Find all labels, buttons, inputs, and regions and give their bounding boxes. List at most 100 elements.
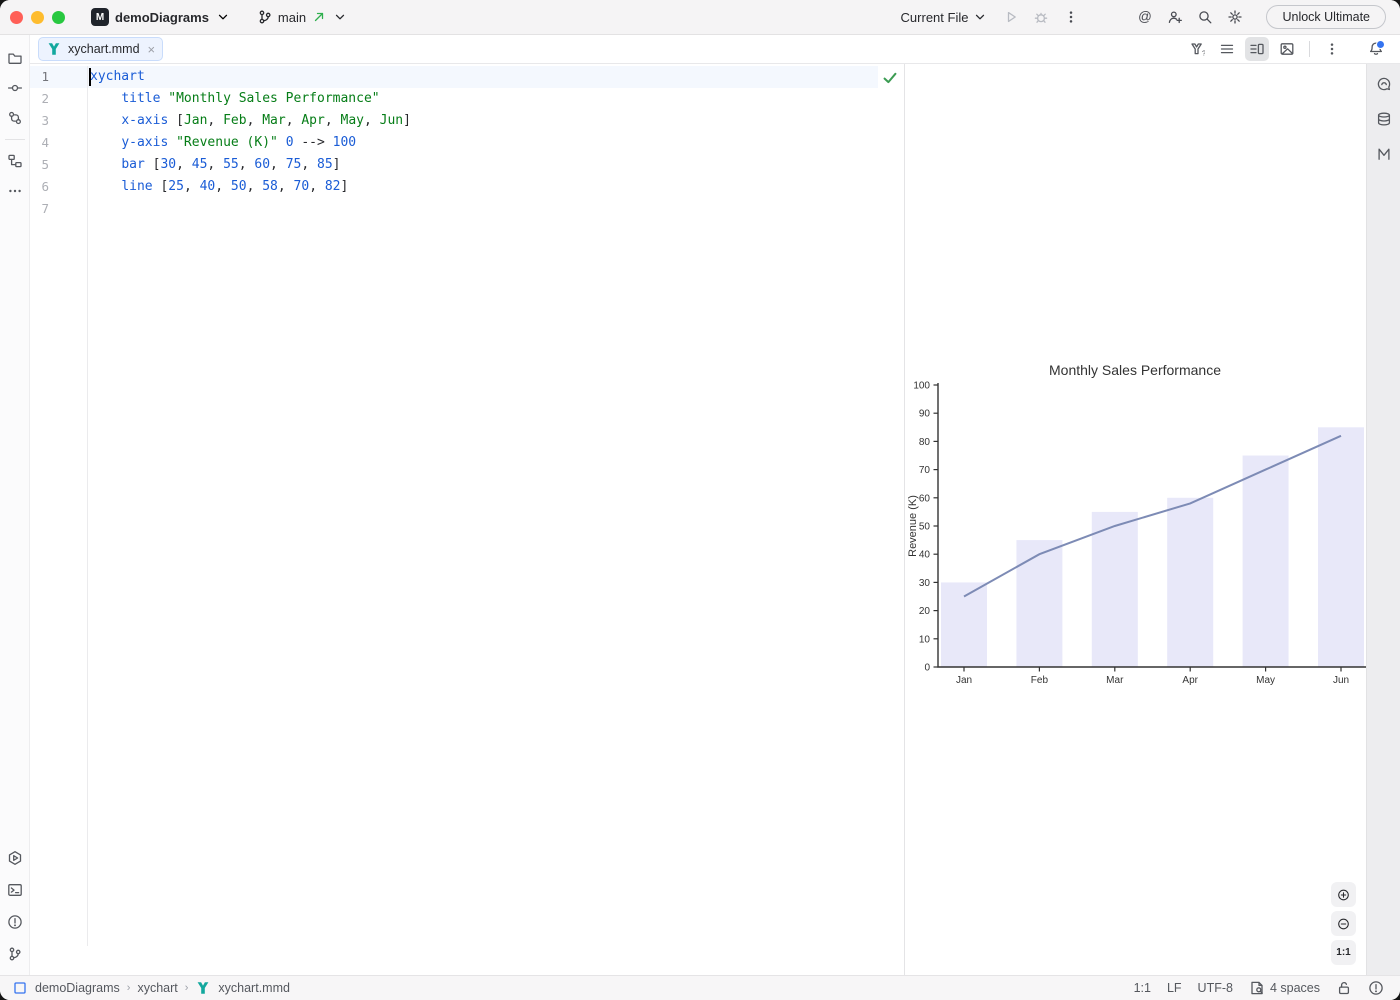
code-token: , <box>247 179 263 194</box>
editor-preview-layout-button[interactable] <box>1245 37 1269 61</box>
fullscreen-window-button[interactable] <box>52 11 65 24</box>
divider <box>5 139 25 140</box>
x-tick-label: May <box>1256 675 1275 686</box>
close-window-button[interactable] <box>10 11 23 24</box>
more-options-button[interactable] <box>1320 37 1344 61</box>
code-token: , <box>207 157 223 172</box>
debug-button[interactable] <box>1028 4 1054 30</box>
ai-assistant-icon[interactable] <box>1373 73 1395 95</box>
code-editor[interactable]: 1234567 xychart title "Monthly Sales Per… <box>30 64 904 975</box>
code-token: , <box>309 179 325 194</box>
caret-position[interactable]: 1:1 <box>1134 981 1151 995</box>
notifications-bell-icon[interactable] <box>1364 37 1388 61</box>
code-token <box>168 135 176 150</box>
y-tick-label: 40 <box>919 550 931 561</box>
code-line[interactable]: y-axis "Revenue (K)" 0 --> 100 <box>30 132 904 154</box>
push-arrow-icon <box>311 9 327 25</box>
maven-icon[interactable] <box>1373 143 1395 165</box>
code-token: , <box>176 157 192 172</box>
line-ending[interactable]: LF <box>1167 981 1182 995</box>
unlock-ultimate-button[interactable]: Unlock Ultimate <box>1266 5 1386 29</box>
code-token: x-axis <box>121 113 168 128</box>
code-line[interactable]: line [25, 40, 50, 58, 70, 82] <box>30 176 904 198</box>
breadcrumb-separator: › <box>127 982 131 994</box>
gear-icon[interactable] <box>1222 4 1248 30</box>
project-widget[interactable]: M demoDiagrams <box>91 8 231 26</box>
code-line[interactable]: bar [30, 45, 55, 60, 75, 85] <box>30 154 904 176</box>
breadcrumb-folder[interactable]: xychart <box>137 981 177 995</box>
right-tool-stripe <box>1366 64 1400 975</box>
problems-icon[interactable] <box>4 911 26 933</box>
code-token: , <box>184 179 200 194</box>
code-line[interactable]: xychart <box>30 66 904 88</box>
code-token: Jun <box>380 113 403 128</box>
preview-only-layout-button[interactable] <box>1275 37 1299 61</box>
code-token: , <box>301 157 317 172</box>
y-tick-label: 100 <box>913 381 930 392</box>
editor-only-layout-button[interactable] <box>1215 37 1239 61</box>
y-tick-label: 30 <box>919 578 931 589</box>
left-tool-stripe <box>0 35 30 975</box>
git-branch-icon[interactable] <box>4 943 26 965</box>
code-token <box>90 135 121 150</box>
actual-size-button[interactable]: 1:1 <box>1331 940 1356 965</box>
branch-widget[interactable]: main <box>257 9 348 25</box>
zoom-in-button[interactable] <box>1331 882 1356 907</box>
database-icon[interactable] <box>1373 108 1395 130</box>
tab-xychart-mmd[interactable]: xychart.mmd × <box>38 37 163 61</box>
file-encoding[interactable]: UTF-8 <box>1198 981 1233 995</box>
code-token: 55 <box>223 157 239 172</box>
mermaid-icon <box>195 980 211 996</box>
code-token: 50 <box>231 179 247 194</box>
more-tools-icon[interactable] <box>4 180 26 202</box>
commit-icon[interactable] <box>4 77 26 99</box>
mermaid-help-icon[interactable]: ? <box>1185 37 1209 61</box>
search-icon[interactable] <box>1192 4 1218 30</box>
code-token: "Revenue (K)" <box>176 135 278 150</box>
code-token: line <box>121 179 152 194</box>
chevron-down-icon <box>215 9 231 25</box>
code-token: , <box>286 113 302 128</box>
chevron-down-icon <box>972 9 988 25</box>
breadcrumb-project[interactable]: demoDiagrams <box>35 981 120 995</box>
project-folder-icon[interactable] <box>4 47 26 69</box>
more-run-actions-button[interactable] <box>1058 4 1084 30</box>
code-token: , <box>278 179 294 194</box>
y-tick-label: 50 <box>919 522 931 533</box>
run-configuration-selector[interactable]: Current File <box>901 9 989 25</box>
code-token: 0 <box>286 135 294 150</box>
code-token: 45 <box>192 157 208 172</box>
zoom-out-button[interactable] <box>1331 911 1356 936</box>
structure-icon[interactable] <box>4 150 26 172</box>
ai-at-icon[interactable]: @ <box>1132 4 1158 30</box>
run-configuration-label: Current File <box>901 10 969 25</box>
git-compare-icon[interactable] <box>4 107 26 129</box>
breadcrumb-file[interactable]: xychart.mmd <box>218 981 290 995</box>
code-line[interactable]: x-axis [Jan, Feb, Mar, Apr, May, Jun] <box>30 110 904 132</box>
code-line[interactable]: title "Monthly Sales Performance" <box>30 88 904 110</box>
code-token: , <box>239 157 255 172</box>
add-user-icon[interactable] <box>1162 4 1188 30</box>
terminal-icon[interactable] <box>4 879 26 901</box>
code-token: 58 <box>262 179 278 194</box>
lock-open-icon[interactable] <box>1336 980 1352 996</box>
chart-title: Monthly Sales Performance <box>1049 362 1221 378</box>
inspections-widget-icon[interactable] <box>1368 980 1384 996</box>
code-token: , <box>364 113 380 128</box>
close-tab-icon[interactable]: × <box>148 43 156 56</box>
y-tick-label: 0 <box>924 663 930 674</box>
breadcrumb-separator: › <box>185 982 189 994</box>
code-token: ] <box>333 157 341 172</box>
mermaid-icon <box>46 41 62 57</box>
code-token: 75 <box>286 157 302 172</box>
tab-label: xychart.mmd <box>68 42 140 56</box>
code-token: , <box>207 113 223 128</box>
editor-tab-bar: xychart.mmd × ? <box>30 35 1400 64</box>
services-icon[interactable] <box>4 847 26 869</box>
run-button[interactable] <box>998 4 1024 30</box>
x-tick-label: Apr <box>1182 675 1198 686</box>
code-line[interactable] <box>30 198 904 220</box>
inspections-ok-icon[interactable] <box>882 70 898 86</box>
minimize-window-button[interactable] <box>31 11 44 24</box>
indent-widget[interactable]: 4 spaces <box>1249 980 1320 996</box>
